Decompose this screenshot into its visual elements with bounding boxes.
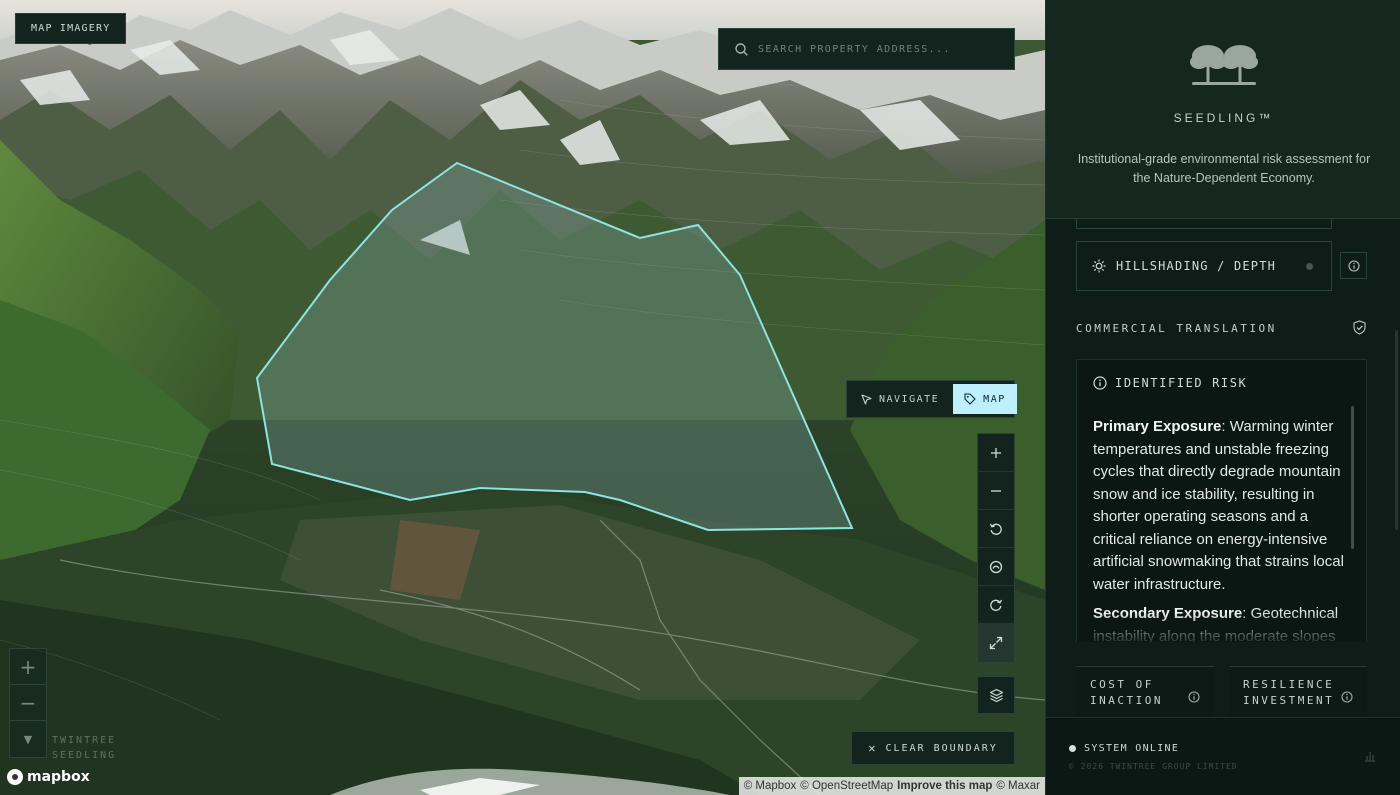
- rotate-left-icon: [989, 523, 1002, 535]
- hillshading-label: HILLSHADING / DEPTH: [1116, 259, 1277, 273]
- primary-exposure-label: Primary Exposure: [1093, 418, 1222, 435]
- map-mode-button[interactable]: MAP: [953, 384, 1017, 414]
- hillshading-info-button[interactable]: [1340, 252, 1367, 279]
- plus-icon: [991, 447, 1001, 458]
- info-icon: [1347, 259, 1360, 272]
- status-indicator: [1069, 745, 1076, 752]
- map-controls: [977, 433, 1015, 663]
- copyright: © 2026 TWINTREE GROUP LIMITED: [1069, 762, 1238, 771]
- cursor-icon: [861, 393, 872, 405]
- section-title: COMMERCIAL TRANSLATION: [1076, 322, 1277, 335]
- improve-map-link[interactable]: Improve this map: [897, 780, 992, 792]
- layers-icon: [989, 688, 1003, 702]
- twin-tree-logo-icon: [1190, 45, 1258, 85]
- fullscreen-button[interactable]: [978, 624, 1014, 662]
- mapbox-logo-text: mapbox: [27, 769, 90, 785]
- panel-scrollbar[interactable]: [1395, 330, 1398, 530]
- ghost-brand-line-2: SEEDLING: [52, 750, 117, 761]
- tag-icon: [964, 393, 976, 405]
- search-input[interactable]: [758, 43, 998, 55]
- clear-boundary-label: CLEAR BOUNDARY: [885, 742, 998, 754]
- navigate-mode-button[interactable]: NAVIGATE: [850, 384, 950, 414]
- attribution-osm[interactable]: © OpenStreetMap: [800, 780, 893, 792]
- shield-check-icon: [1353, 320, 1366, 335]
- ghost-compass-button[interactable]: ▼: [10, 721, 46, 757]
- identified-risk-card[interactable]: IDENTIFIED RISK Primary Exposure: Warmin…: [1076, 359, 1367, 642]
- rotate-right-button[interactable]: [978, 586, 1014, 624]
- primary-exposure: Primary Exposure: Warming winter tempera…: [1093, 416, 1349, 596]
- rotate-right-icon: [990, 599, 1003, 611]
- attribution-maxar[interactable]: © Maxar: [996, 780, 1040, 792]
- side-panel: SEEDLING™ Institutional-grade environmen…: [1045, 0, 1400, 795]
- close-icon: ✕: [868, 741, 878, 755]
- rotate-left-button[interactable]: [978, 510, 1014, 548]
- status-label: SYSTEM ONLINE: [1084, 743, 1180, 754]
- info-icon: [1093, 376, 1107, 390]
- address-search[interactable]: [718, 28, 1015, 70]
- risk-body: Primary Exposure: Warming winter tempera…: [1093, 416, 1349, 642]
- attribution-mapbox[interactable]: © Mapbox: [744, 780, 797, 792]
- risk-fade: [1077, 612, 1366, 642]
- cost-of-inaction-tab[interactable]: COST OF INACTION: [1076, 666, 1214, 718]
- risk-heading: IDENTIFIED RISK: [1093, 376, 1247, 390]
- info-icon: [1188, 691, 1200, 703]
- sun-icon: [1092, 259, 1106, 273]
- resilience-investment-label: RESILIENCE INVESTMENT: [1243, 677, 1335, 707]
- system-status: SYSTEM ONLINE: [1069, 743, 1179, 754]
- minus-icon: [991, 489, 1001, 492]
- ghost-brand: TWINTREE SEEDLING: [52, 733, 116, 763]
- ghost-zoom-controls: + − ▼: [9, 648, 47, 758]
- mapbox-icon: [7, 769, 23, 785]
- reset-north-button[interactable]: [978, 548, 1014, 586]
- compass-icon: [989, 560, 1003, 573]
- brand-name: SEEDLING™: [1173, 111, 1274, 125]
- map-imagery-tag: MAP IMAGERY: [15, 13, 127, 44]
- layers-button[interactable]: [977, 676, 1015, 714]
- search-icon: [735, 42, 748, 56]
- hillshading-layer-toggle[interactable]: HILLSHADING / DEPTH: [1076, 241, 1332, 291]
- mapbox-logo[interactable]: mapbox: [7, 769, 90, 785]
- zoom-in-button[interactable]: [978, 434, 1014, 472]
- ghost-brand-line-1: TWINTREE: [52, 735, 117, 746]
- risk-heading-label: IDENTIFIED RISK: [1115, 376, 1248, 390]
- expand-icon: [989, 636, 1003, 650]
- zoom-out-button[interactable]: [978, 472, 1014, 510]
- map-label: MAP: [983, 393, 1006, 405]
- brand-header: SEEDLING™ Institutional-grade environmen…: [1046, 0, 1400, 219]
- ghost-zoom-out-button[interactable]: −: [10, 685, 46, 721]
- panel-footer: SYSTEM ONLINE © 2026 TWINTREE GROUP LIMI…: [1046, 717, 1400, 795]
- brand-tagline: Institutional-grade environmental risk a…: [1077, 152, 1371, 185]
- cost-of-inaction-label: COST OF INACTION: [1090, 677, 1163, 707]
- resilience-investment-tab[interactable]: RESILIENCE INVESTMENT: [1229, 666, 1367, 718]
- map-attribution: © Mapbox © OpenStreetMap Improve this ma…: [738, 777, 1045, 795]
- primary-exposure-text: : Warming winter temperatures and unstab…: [1093, 418, 1344, 593]
- risk-scrollbar[interactable]: [1351, 406, 1354, 549]
- layer-status-indicator: [1306, 263, 1313, 270]
- clear-boundary-button[interactable]: ✕ CLEAR BOUNDARY: [851, 731, 1015, 765]
- bar-chart-icon[interactable]: [1364, 750, 1376, 762]
- map-viewport[interactable]: MAP IMAGERY NAVIGATE MAP: [0, 0, 1045, 795]
- navigate-label: NAVIGATE: [879, 393, 940, 405]
- mode-toggle: NAVIGATE MAP: [846, 380, 1017, 418]
- ghost-zoom-in-button[interactable]: +: [10, 649, 46, 685]
- collapsed-layer-row[interactable]: [1076, 219, 1332, 229]
- info-icon: [1341, 691, 1353, 703]
